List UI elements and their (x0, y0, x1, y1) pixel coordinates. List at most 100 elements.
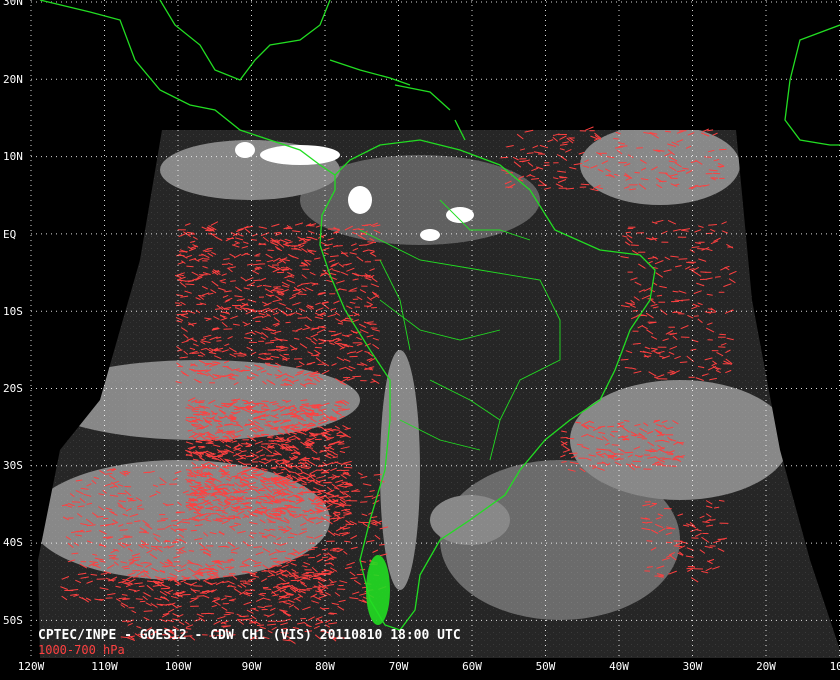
wind-vector (177, 365, 183, 368)
lat-label: 50S (3, 614, 23, 627)
wind-vector (719, 333, 726, 336)
wind-vector (519, 160, 526, 163)
wind-vector (249, 532, 257, 534)
wind-vector (138, 585, 145, 588)
wind-vector (256, 496, 263, 498)
wind-vector (188, 550, 195, 552)
wind-vector (632, 310, 639, 312)
wind-vector (138, 531, 147, 533)
africa-coast (784, 24, 840, 146)
wind-vector (611, 444, 620, 446)
wind-vector (308, 556, 315, 559)
wind-vector (273, 426, 279, 429)
wind-vector (625, 231, 632, 234)
wind-vector (273, 365, 280, 368)
wind-vector (291, 572, 299, 574)
wind-vector (241, 472, 247, 475)
patagonia-highlight (366, 555, 390, 625)
wind-vector (325, 481, 331, 484)
wind-vector (188, 504, 195, 506)
wind-vector (718, 346, 726, 348)
wind-vector (332, 429, 340, 431)
wind-vector (193, 585, 203, 587)
wind-vector (192, 451, 199, 454)
wind-vector (566, 437, 575, 440)
wind-vector (335, 475, 341, 478)
wind-vector (314, 346, 322, 349)
wind-vector (228, 599, 235, 602)
wind-vector (704, 156, 712, 158)
wind-vector (214, 308, 221, 310)
wind-vector (122, 470, 129, 473)
wind-vector (322, 556, 329, 559)
lon-label: 40W (609, 660, 629, 673)
wind-vector (359, 244, 368, 246)
wind-vector (300, 399, 308, 402)
wind-vector (127, 497, 134, 500)
wind-vector (713, 172, 721, 175)
lat-label: 10N (3, 150, 23, 163)
wind-vector (176, 564, 182, 567)
wind-vector (336, 469, 342, 472)
wind-vector (658, 172, 668, 174)
wind-vector (217, 509, 226, 512)
wind-vector (260, 433, 270, 436)
wind-vector (125, 536, 133, 538)
wind-vector (708, 224, 717, 226)
wind-vector (301, 528, 307, 530)
wind-vector (272, 290, 282, 292)
wind-vector (205, 229, 213, 232)
lon-label: 20W (756, 660, 776, 673)
wind-vector (208, 233, 217, 235)
wind-vector (135, 598, 143, 600)
lon-label: 110W (91, 660, 118, 673)
wind-vector (247, 476, 256, 479)
wind-vector (71, 501, 81, 503)
wind-vector (278, 466, 285, 468)
caribbean-islands (329, 59, 466, 141)
wind-vector (328, 330, 336, 333)
map-title: CPTEC/INPE - GOES12 - CDW CH1 (VIS) 2011… (38, 628, 461, 643)
wind-vector (306, 479, 315, 482)
wind-vector (241, 443, 248, 445)
wind-vector (634, 171, 640, 174)
wind-vector (196, 470, 203, 472)
wind-vector (268, 440, 275, 442)
wind-vector (680, 299, 690, 301)
wind-vector (96, 516, 104, 518)
wind-vector (122, 620, 130, 622)
wind-vector (246, 502, 252, 504)
wind-vector (301, 483, 307, 485)
wind-vector (668, 333, 675, 335)
wind-vector (198, 400, 205, 402)
wind-vector (646, 540, 653, 542)
wind-vector (139, 600, 146, 603)
wind-vector (665, 130, 672, 133)
lon-label: 60W (462, 660, 482, 673)
wind-vector (244, 592, 253, 595)
lat-label: 10S (3, 305, 23, 318)
wind-vector (280, 267, 288, 269)
wind-vector (185, 469, 192, 471)
wind-vector (257, 489, 266, 492)
wind-vector (244, 423, 253, 426)
lon-label: 80W (315, 660, 335, 673)
wind-vector (242, 491, 248, 494)
wind-vector (186, 494, 195, 496)
wind-vector (253, 546, 262, 548)
wind-vector (321, 607, 330, 610)
wind-vector (196, 595, 204, 597)
wind-vector (272, 508, 278, 510)
wind-vector (184, 577, 191, 579)
wind-vector (123, 567, 130, 570)
wind-vector (185, 501, 192, 504)
lat-label: 20N (3, 73, 23, 86)
wind-vector (620, 358, 629, 361)
wind-vector (195, 406, 204, 408)
wind-vector (185, 283, 195, 286)
wind-vector (261, 408, 270, 411)
wind-vector (226, 497, 232, 499)
lat-label: 20S (3, 382, 23, 395)
wind-vector (256, 624, 265, 626)
lat-label: EQ (3, 228, 17, 241)
